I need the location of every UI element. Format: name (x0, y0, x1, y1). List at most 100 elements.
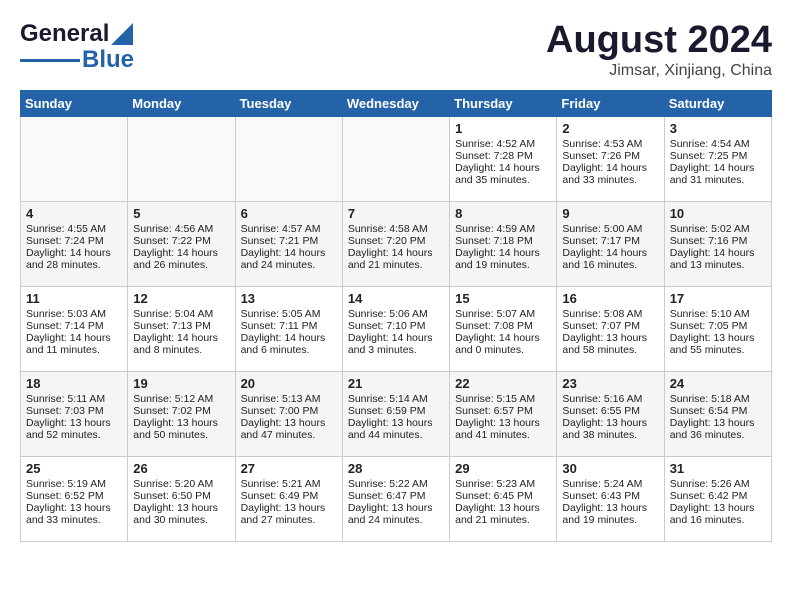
calendar-cell: 29Sunrise: 5:23 AMSunset: 6:45 PMDayligh… (450, 456, 557, 541)
day-number: 10 (670, 206, 766, 221)
day-info: and 8 minutes. (133, 344, 229, 356)
calendar-cell: 26Sunrise: 5:20 AMSunset: 6:50 PMDayligh… (128, 456, 235, 541)
day-info: Sunrise: 5:20 AM (133, 478, 229, 490)
day-info: Daylight: 13 hours (241, 417, 337, 429)
day-info: Daylight: 14 hours (133, 247, 229, 259)
day-info: Sunset: 6:42 PM (670, 490, 766, 502)
calendar-cell: 14Sunrise: 5:06 AMSunset: 7:10 PMDayligh… (342, 286, 449, 371)
calendar-cell: 9Sunrise: 5:00 AMSunset: 7:17 PMDaylight… (557, 201, 664, 286)
day-info: Daylight: 14 hours (455, 332, 551, 344)
day-info: Sunset: 7:18 PM (455, 235, 551, 247)
day-number: 18 (26, 376, 122, 391)
day-info: and 41 minutes. (455, 429, 551, 441)
day-info: Daylight: 14 hours (348, 332, 444, 344)
day-info: Sunrise: 4:57 AM (241, 223, 337, 235)
day-number: 25 (26, 461, 122, 476)
day-info: and 3 minutes. (348, 344, 444, 356)
day-number: 24 (670, 376, 766, 391)
day-info: Sunrise: 5:04 AM (133, 308, 229, 320)
day-info: and 47 minutes. (241, 429, 337, 441)
calendar-cell: 22Sunrise: 5:15 AMSunset: 6:57 PMDayligh… (450, 371, 557, 456)
day-info: Sunrise: 5:14 AM (348, 393, 444, 405)
day-info: Sunrise: 5:26 AM (670, 478, 766, 490)
day-number: 9 (562, 206, 658, 221)
calendar-cell: 30Sunrise: 5:24 AMSunset: 6:43 PMDayligh… (557, 456, 664, 541)
day-info: Sunset: 7:02 PM (133, 405, 229, 417)
day-info: Sunrise: 5:19 AM (26, 478, 122, 490)
day-info: Sunrise: 4:58 AM (348, 223, 444, 235)
calendar-cell: 23Sunrise: 5:16 AMSunset: 6:55 PMDayligh… (557, 371, 664, 456)
day-info: Sunset: 7:22 PM (133, 235, 229, 247)
day-info: Daylight: 14 hours (348, 247, 444, 259)
day-info: Sunrise: 5:03 AM (26, 308, 122, 320)
calendar-cell: 19Sunrise: 5:12 AMSunset: 7:02 PMDayligh… (128, 371, 235, 456)
day-number: 8 (455, 206, 551, 221)
day-info: and 44 minutes. (348, 429, 444, 441)
day-info: Sunrise: 5:22 AM (348, 478, 444, 490)
day-number: 2 (562, 121, 658, 136)
calendar-cell: 28Sunrise: 5:22 AMSunset: 6:47 PMDayligh… (342, 456, 449, 541)
calendar-cell: 7Sunrise: 4:58 AMSunset: 7:20 PMDaylight… (342, 201, 449, 286)
header-thursday: Thursday (450, 90, 557, 116)
day-info: Sunrise: 4:53 AM (562, 138, 658, 150)
day-info: and 24 minutes. (241, 259, 337, 271)
day-info: Daylight: 14 hours (562, 247, 658, 259)
day-info: Sunset: 7:10 PM (348, 320, 444, 332)
day-info: Sunset: 6:59 PM (348, 405, 444, 417)
day-number: 7 (348, 206, 444, 221)
day-info: and 38 minutes. (562, 429, 658, 441)
calendar-cell: 5Sunrise: 4:56 AMSunset: 7:22 PMDaylight… (128, 201, 235, 286)
calendar-cell: 13Sunrise: 5:05 AMSunset: 7:11 PMDayligh… (235, 286, 342, 371)
day-info: and 33 minutes. (26, 514, 122, 526)
day-number: 1 (455, 121, 551, 136)
day-info: Sunset: 7:26 PM (562, 150, 658, 162)
logo: General Blue (20, 20, 134, 74)
day-info: Sunset: 7:03 PM (26, 405, 122, 417)
header-monday: Monday (128, 90, 235, 116)
day-info: Daylight: 14 hours (455, 162, 551, 174)
day-info: Sunset: 6:55 PM (562, 405, 658, 417)
day-info: Daylight: 13 hours (670, 332, 766, 344)
day-info: Daylight: 13 hours (348, 417, 444, 429)
day-info: Daylight: 14 hours (241, 332, 337, 344)
calendar-cell: 18Sunrise: 5:11 AMSunset: 7:03 PMDayligh… (21, 371, 128, 456)
day-info: and 19 minutes. (455, 259, 551, 271)
day-info: Daylight: 14 hours (26, 332, 122, 344)
day-info: and 52 minutes. (26, 429, 122, 441)
week-row-5: 25Sunrise: 5:19 AMSunset: 6:52 PMDayligh… (21, 456, 772, 541)
day-info: Sunset: 7:07 PM (562, 320, 658, 332)
calendar-cell: 24Sunrise: 5:18 AMSunset: 6:54 PMDayligh… (664, 371, 771, 456)
day-number: 30 (562, 461, 658, 476)
day-number: 17 (670, 291, 766, 306)
day-info: Daylight: 13 hours (455, 502, 551, 514)
day-info: and 27 minutes. (241, 514, 337, 526)
day-info: and 28 minutes. (26, 259, 122, 271)
day-number: 20 (241, 376, 337, 391)
day-number: 14 (348, 291, 444, 306)
logo-blue: Blue (82, 46, 134, 74)
calendar-cell: 27Sunrise: 5:21 AMSunset: 6:49 PMDayligh… (235, 456, 342, 541)
day-number: 19 (133, 376, 229, 391)
day-info: and 16 minutes. (670, 514, 766, 526)
day-info: Sunrise: 5:16 AM (562, 393, 658, 405)
day-number: 6 (241, 206, 337, 221)
calendar-cell (235, 116, 342, 201)
header-tuesday: Tuesday (235, 90, 342, 116)
day-info: and 21 minutes. (455, 514, 551, 526)
day-info: Sunset: 6:45 PM (455, 490, 551, 502)
day-number: 22 (455, 376, 551, 391)
day-info: Sunset: 6:57 PM (455, 405, 551, 417)
page-header: General Blue August 2024 Jimsar, Xinjian… (20, 20, 772, 80)
day-info: and 36 minutes. (670, 429, 766, 441)
day-number: 29 (455, 461, 551, 476)
calendar-cell: 1Sunrise: 4:52 AMSunset: 7:28 PMDaylight… (450, 116, 557, 201)
day-info: Sunrise: 5:02 AM (670, 223, 766, 235)
day-info: and 24 minutes. (348, 514, 444, 526)
week-row-1: 1Sunrise: 4:52 AMSunset: 7:28 PMDaylight… (21, 116, 772, 201)
day-number: 12 (133, 291, 229, 306)
day-info: Sunrise: 5:24 AM (562, 478, 658, 490)
day-info: Daylight: 14 hours (241, 247, 337, 259)
week-row-4: 18Sunrise: 5:11 AMSunset: 7:03 PMDayligh… (21, 371, 772, 456)
day-number: 11 (26, 291, 122, 306)
day-info: Sunset: 7:11 PM (241, 320, 337, 332)
